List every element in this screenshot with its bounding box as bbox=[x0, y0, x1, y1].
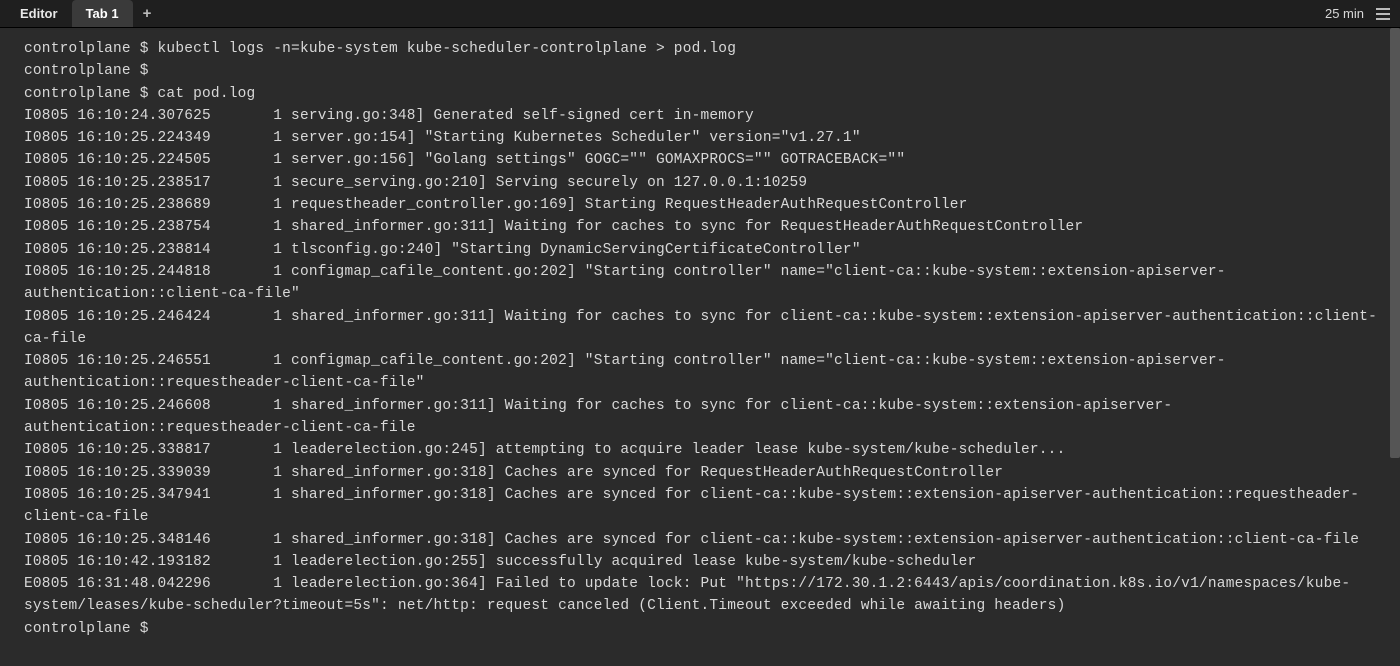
terminal-line: I0805 16:10:25.339039 1 shared_informer.… bbox=[24, 462, 1400, 484]
terminal-line: I0805 16:10:25.224349 1 server.go:154] "… bbox=[24, 127, 1400, 149]
terminal-line: I0805 16:10:25.246608 1 shared_informer.… bbox=[24, 395, 1400, 440]
terminal-line: I0805 16:10:25.348146 1 shared_informer.… bbox=[24, 529, 1400, 551]
terminal-line: controlplane $ kubectl logs -n=kube-syst… bbox=[24, 38, 1400, 60]
tab-bar: Editor Tab 1 + 25 min bbox=[0, 0, 1400, 28]
terminal-line: I0805 16:10:25.246424 1 shared_informer.… bbox=[24, 306, 1400, 351]
hamburger-menu-icon[interactable] bbox=[1372, 8, 1400, 20]
terminal-line: E0805 16:31:48.042296 1 leaderelection.g… bbox=[24, 573, 1400, 618]
terminal-line: I0805 16:10:25.244818 1 configmap_cafile… bbox=[24, 261, 1400, 306]
scrollbar-thumb[interactable] bbox=[1390, 28, 1400, 458]
scrollbar-vertical[interactable] bbox=[1390, 28, 1400, 666]
terminal-line: I0805 16:10:25.238814 1 tlsconfig.go:240… bbox=[24, 239, 1400, 261]
terminal-line: I0805 16:10:42.193182 1 leaderelection.g… bbox=[24, 551, 1400, 573]
terminal-line: I0805 16:10:25.238754 1 shared_informer.… bbox=[24, 216, 1400, 238]
terminal-line: I0805 16:10:25.338817 1 leaderelection.g… bbox=[24, 439, 1400, 461]
terminal-line: I0805 16:10:25.238517 1 secure_serving.g… bbox=[24, 172, 1400, 194]
terminal-line: controlplane $ cat pod.log bbox=[24, 83, 1400, 105]
terminal-output[interactable]: controlplane $ kubectl logs -n=kube-syst… bbox=[0, 28, 1400, 640]
session-timer: 25 min bbox=[1317, 6, 1372, 21]
terminal-line: I0805 16:10:25.246551 1 configmap_cafile… bbox=[24, 350, 1400, 395]
terminal-line: I0805 16:10:25.347941 1 shared_informer.… bbox=[24, 484, 1400, 529]
terminal-line: I0805 16:10:24.307625 1 serving.go:348] … bbox=[24, 105, 1400, 127]
new-tab-button[interactable]: + bbox=[133, 1, 162, 26]
terminal-line: I0805 16:10:25.224505 1 server.go:156] "… bbox=[24, 149, 1400, 171]
tab-editor[interactable]: Editor bbox=[6, 0, 72, 27]
terminal-line: controlplane $ bbox=[24, 618, 1400, 640]
terminal-line: I0805 16:10:25.238689 1 requestheader_co… bbox=[24, 194, 1400, 216]
terminal-line: controlplane $ bbox=[24, 60, 1400, 82]
tab-terminal-1[interactable]: Tab 1 bbox=[72, 0, 133, 27]
